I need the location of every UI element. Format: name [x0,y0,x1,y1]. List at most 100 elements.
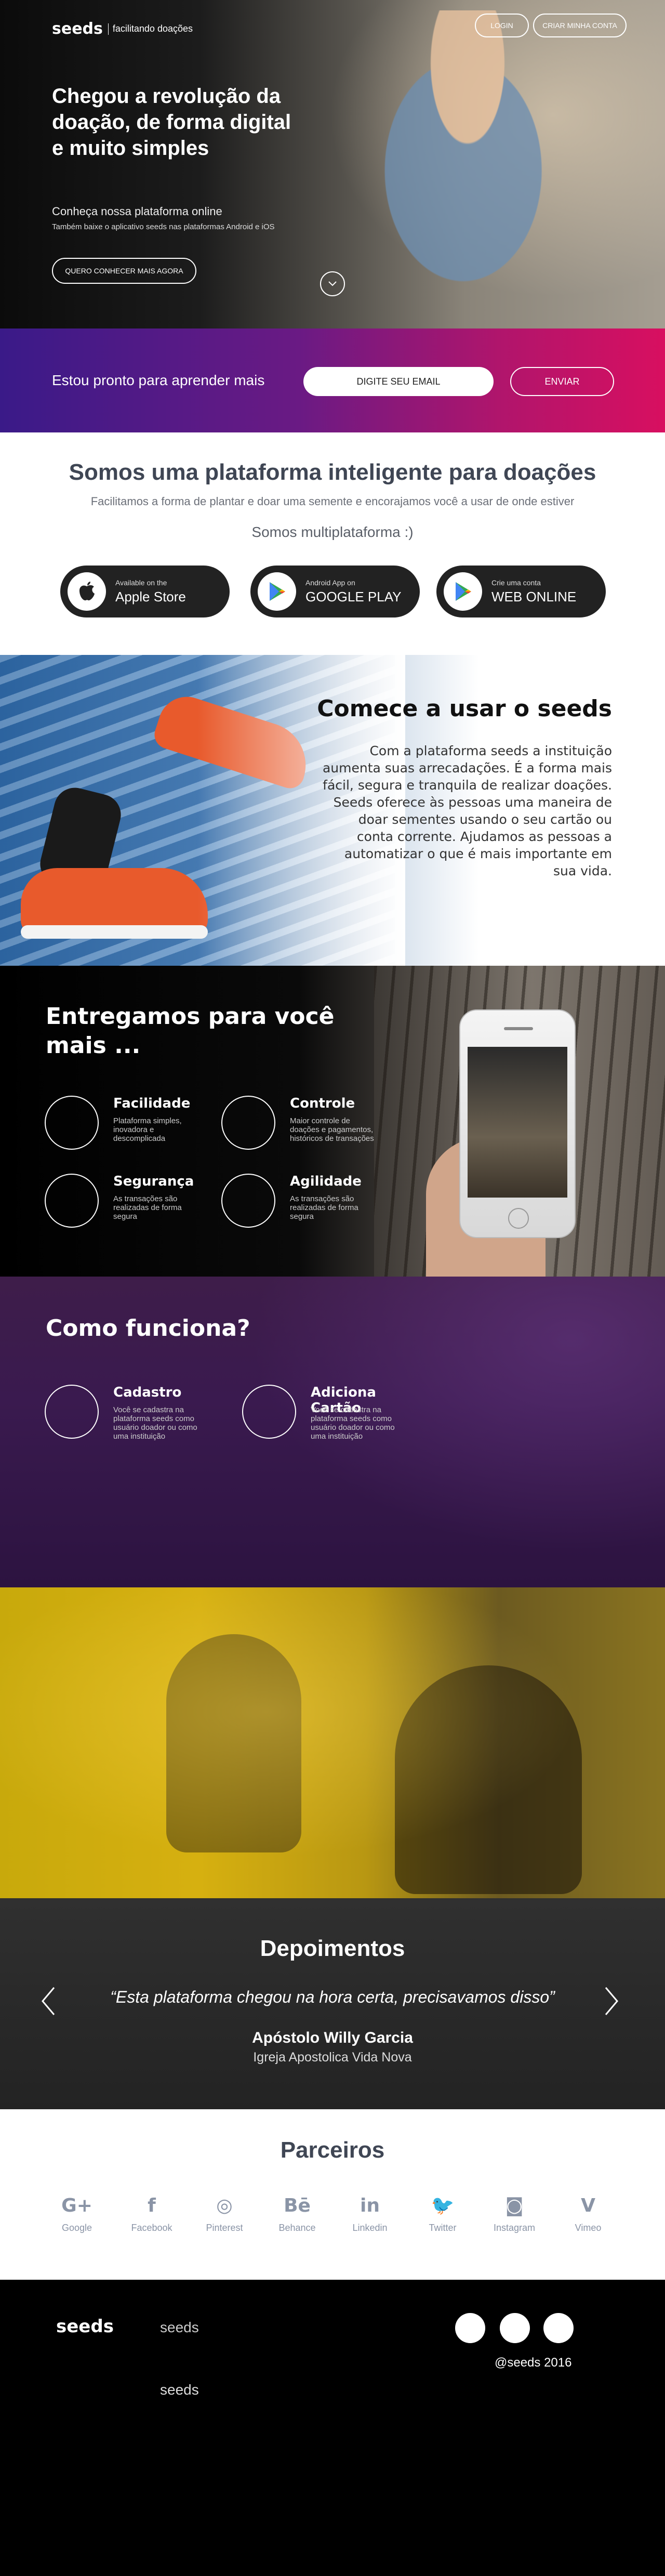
step-circle-icon [45,1385,99,1439]
linkedin-icon: in [360,2195,380,2216]
footer-link[interactable]: seeds [160,2382,199,2398]
store-caption: Android App on [305,578,355,587]
partner-label: Pinterest [206,2223,243,2233]
testimonial-organization: Igreja Apostolica Vida Nova [253,2050,412,2065]
partner-label: Linkedin [352,2223,388,2233]
newsletter-text: Estou pronto para aprender mais [52,372,265,388]
feature-circle-icon [45,1096,99,1150]
twitter-icon: 🐦 [431,2195,455,2216]
partner-facebook[interactable]: f Facebook [121,2192,183,2233]
store-name: WEB ONLINE [491,588,577,604]
feature-circle-icon [45,1174,99,1228]
partner-twitter[interactable]: 🐦 Twitter [411,2192,474,2233]
google-play-icon [258,572,296,611]
partner-vimeo[interactable]: V Vimeo [557,2192,619,2233]
step-description: Você se cadastra na plataforma seeds com… [113,1405,197,1441]
store-name: GOOGLE PLAY [305,588,402,604]
apple-store-button[interactable]: Available on the Apple Store [60,566,230,617]
get-started-title: Comece a usar o seeds [317,695,612,722]
partner-behance[interactable]: Bē Behance [266,2192,328,2233]
partner-instagram[interactable]: ◙ Instagram [483,2192,546,2233]
feature-title: Controle [290,1096,355,1111]
social-circle-icon[interactable] [543,2313,574,2343]
partner-label: Instagram [493,2223,536,2233]
feature-item: Controle Maior controle de doações e pag… [221,1096,393,1153]
get-started-body: Com a plataforma seeds a instituição aum… [322,743,612,878]
phone-speaker [504,1027,533,1030]
store-caption: Available on the [115,578,167,587]
phone-screen [468,1047,567,1198]
how-it-works-title: Como funciona? [46,1315,250,1342]
web-online-button[interactable]: Crie uma conta WEB ONLINE [436,566,606,617]
step-item: Cadastro Você se cadastra na plataforma … [45,1385,216,1442]
learn-more-button[interactable]: QUERO CONHECER MAIS AGORA [52,258,196,284]
benefits-title: Entregamos para você mais ... [46,1003,335,1059]
facebook-icon: f [148,2195,156,2216]
platform-section: Somos uma plataforma inteligente para do… [0,432,665,655]
hero-subtitle-apps: Também baixe o aplicativo seeds nas plat… [52,222,275,231]
email-input[interactable] [303,367,494,396]
platform-subtitle: Facilitamos a forma de plantar e doar um… [90,495,575,508]
platform-title: Somos uma plataforma inteligente para do… [69,459,596,485]
feature-circle-icon [221,1174,275,1228]
get-started-section: Comece a usar o seeds Com a plataforma s… [0,655,665,966]
partner-label: Google [61,2223,92,2233]
feature-description: Plataforma simples, inovadora e descompl… [113,1116,182,1143]
hero-child-image [358,10,577,301]
google-plus-icon: G+ [61,2195,92,2216]
feature-item: Facilidade Plataforma simples, inovadora… [45,1096,216,1153]
dribbble-icon: ◎ [216,2195,233,2216]
social-circle-icon[interactable] [500,2313,530,2343]
partners-title: Parceiros [280,2137,385,2163]
feature-item: Agilidade As transações são realizadas d… [221,1174,393,1231]
create-account-button[interactable]: CRIAR MINHA CONTA [533,14,627,37]
chevron-down-icon[interactable] [320,271,345,296]
logo-tagline: facilitando doações [112,23,193,34]
newsletter-section: Estou pronto para aprender mais ENVIAR [0,328,665,432]
store-caption: Crie uma conta [491,578,541,587]
testimonial-quote: “Esta plataforma chegou na hora certa, p… [110,1988,555,2006]
step-circle-icon [242,1385,296,1439]
behance-icon: Bē [284,2195,311,2216]
hero-title: Chegou a revolução da doação, de forma d… [52,85,291,160]
feature-description: As transações são realizadas de forma se… [113,1194,182,1221]
testimonial-author: Apóstolo Willy Garcia [252,2029,413,2046]
partner-pinterest[interactable]: ◎ Pinterest [193,2192,256,2233]
apple-icon [68,572,106,611]
logo-divider [108,23,109,35]
partners-section: Parceiros G+ Google f Facebook ◎ Pintere… [0,2109,665,2280]
hero-section: seeds facilitando doações LOGIN CRIAR MI… [0,0,665,328]
step-description: Você se cadastra na plataforma seeds com… [311,1405,395,1441]
benefits-section: Entregamos para você mais ... Facilidade… [0,966,665,1277]
logo-wordmark: seeds [52,20,103,38]
sunlight-haze [0,1587,665,1898]
phone-home-button [508,1208,529,1229]
logo[interactable]: seeds facilitando doações [52,20,193,38]
shoe-sole [21,925,208,939]
footer-link[interactable]: seeds [160,2319,199,2336]
testimonials-title: Depoimentos [260,1936,405,1961]
feature-item: Segurança As transações são realizadas d… [45,1174,216,1231]
web-play-icon [444,572,482,611]
instagram-icon: ◙ [505,2195,524,2216]
testimonials-section: Depoimentos “Esta plataforma chegou na h… [0,1898,665,2109]
hero-subtitle: Conheça nossa plataforma online [52,205,222,218]
step-title: Cadastro [113,1385,182,1400]
feature-title: Agilidade [290,1174,362,1189]
footer-logo[interactable]: seeds [56,2316,114,2337]
copyright-text: @seeds 2016 [495,2356,572,2370]
login-button[interactable]: LOGIN [475,14,529,37]
partner-linkedin[interactable]: in Linkedin [339,2192,401,2233]
send-button[interactable]: ENVIAR [510,367,614,396]
feature-title: Facilidade [113,1096,191,1111]
feature-description: Maior controle de doações e pagamentos, … [290,1116,374,1143]
feature-description: As transações são realizadas de forma se… [290,1194,358,1221]
feature-title: Segurança [113,1174,194,1189]
social-circle-icon[interactable] [455,2313,485,2343]
step-item: Adiciona Cartão Você se cadastra na plat… [242,1385,414,1442]
partner-google[interactable]: G+ Google [46,2192,108,2233]
vimeo-icon: V [581,2195,595,2216]
partner-label: Facebook [131,2223,172,2233]
google-play-button[interactable]: Android App on GOOGLE PLAY [250,566,420,617]
partner-label: Twitter [429,2223,457,2233]
